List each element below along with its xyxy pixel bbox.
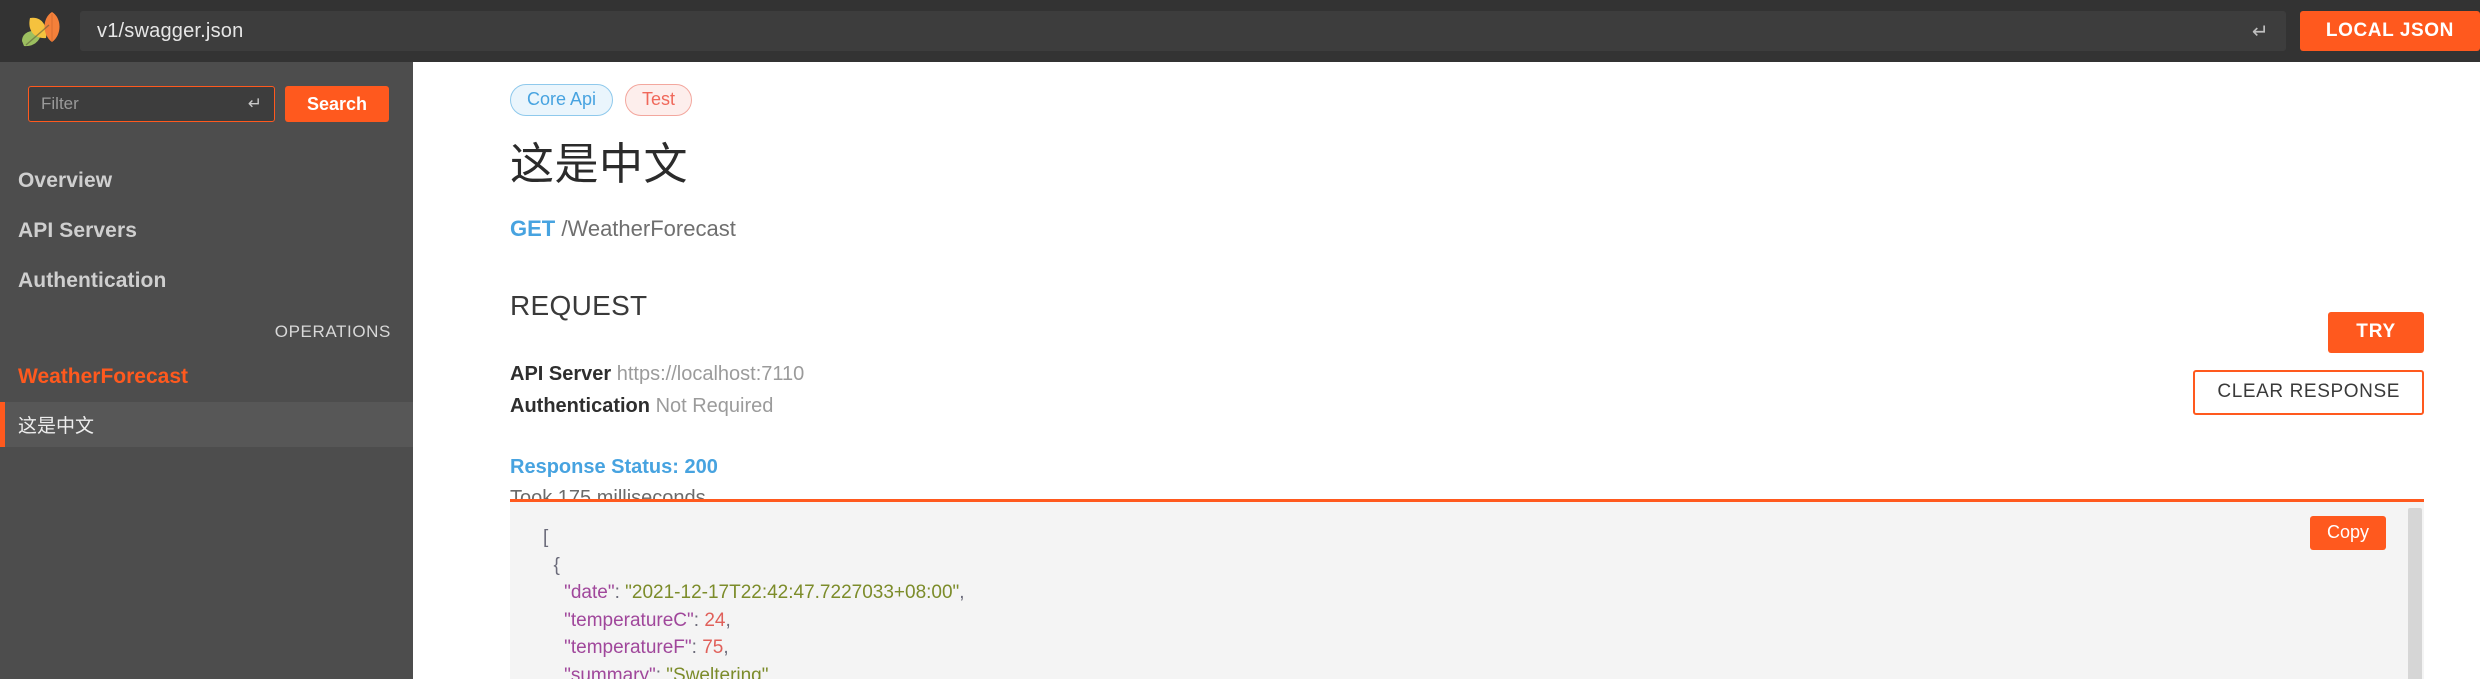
api-server-value: https://localhost:7110 xyxy=(616,362,805,385)
enter-arrow-icon: ↵ xyxy=(2251,20,2269,43)
sidebar-operation-active[interactable]: 这是中文 xyxy=(0,402,413,447)
spec-url-input[interactable]: v1/swagger.json ↵ xyxy=(80,11,2286,51)
json-key-date: "date" xyxy=(543,582,615,603)
search-button[interactable]: Search xyxy=(284,86,389,122)
endpoint-line: GET /WeatherForecast xyxy=(510,216,2424,242)
top-bar: v1/swagger.json ↵ LOCAL JSON xyxy=(0,0,2480,62)
json-key-summary: "summary" xyxy=(543,664,656,679)
sidebar: Filter ↵ Search Overview API Servers Aut… xyxy=(0,62,413,679)
page-title: 这是中文 xyxy=(510,139,688,189)
enter-arrow-icon: ↵ xyxy=(247,94,262,113)
json-value-summary: "Sweltering" xyxy=(666,664,769,679)
leaf-logo-icon xyxy=(16,8,68,54)
local-json-button[interactable]: LOCAL JSON xyxy=(2299,11,2480,51)
request-meta: API Server https://localhost:7110 Authen… xyxy=(510,358,2424,423)
copy-button[interactable]: Copy xyxy=(2309,516,2386,550)
json-value-date: "2021-12-17T22:42:47.7227033+08:00" xyxy=(625,582,960,603)
json-key-temperaturec: "temperatureC" xyxy=(543,609,694,631)
authentication-row: Authentication Not Required xyxy=(510,390,2424,422)
sidebar-nav: Overview API Servers Authentication OPER… xyxy=(0,156,413,447)
filter-placeholder: Filter xyxy=(41,94,79,113)
tag-test[interactable]: Test xyxy=(625,84,693,116)
json-open-bracket: [ xyxy=(543,527,549,548)
filter-row: Filter ↵ Search xyxy=(0,62,413,122)
main-content: Core Api Test 这是中文 GET /WeatherForecast … xyxy=(413,62,2480,679)
authentication-label: Authentication xyxy=(510,395,650,418)
response-scrollbar-thumb[interactable] xyxy=(2408,508,2422,679)
tag-core-api[interactable]: Core Api xyxy=(510,84,614,116)
endpoint-path: /WeatherForecast xyxy=(561,215,736,241)
request-heading: REQUEST xyxy=(510,289,648,321)
sidebar-item-authentication[interactable]: Authentication xyxy=(0,256,413,306)
json-open-brace: { xyxy=(543,554,560,576)
api-server-row: API Server https://localhost:7110 xyxy=(510,358,2424,390)
response-scrollbar[interactable] xyxy=(2406,502,2424,679)
authentication-value: Not Required xyxy=(655,395,774,418)
http-method: GET xyxy=(510,215,556,241)
sidebar-group-weatherforecast[interactable]: WeatherForecast xyxy=(0,352,413,402)
sidebar-item-api-servers[interactable]: API Servers xyxy=(0,206,413,256)
tag-list: Core Api Test xyxy=(510,84,2424,116)
response-status: Response Status: 200 xyxy=(510,456,718,479)
clear-response-button[interactable]: CLEAR RESPONSE xyxy=(2193,370,2424,415)
try-button[interactable]: TRY xyxy=(2328,312,2424,353)
response-panel: Copy [ { "date": "2021-12-17T22:42:47.72… xyxy=(510,499,2424,679)
spec-url-value: v1/swagger.json xyxy=(97,19,244,42)
json-value-temperaturec: 24 xyxy=(704,609,726,631)
json-key-temperaturef: "temperatureF" xyxy=(543,637,692,658)
api-server-label: API Server xyxy=(510,362,612,385)
json-value-temperaturef: 75 xyxy=(702,637,724,658)
sidebar-section-operations: OPERATIONS xyxy=(274,322,391,341)
filter-input[interactable]: Filter ↵ xyxy=(28,86,275,122)
sidebar-item-overview[interactable]: Overview xyxy=(0,156,413,206)
response-body-code: [ { "date": "2021-12-17T22:42:47.7227033… xyxy=(510,502,2406,679)
